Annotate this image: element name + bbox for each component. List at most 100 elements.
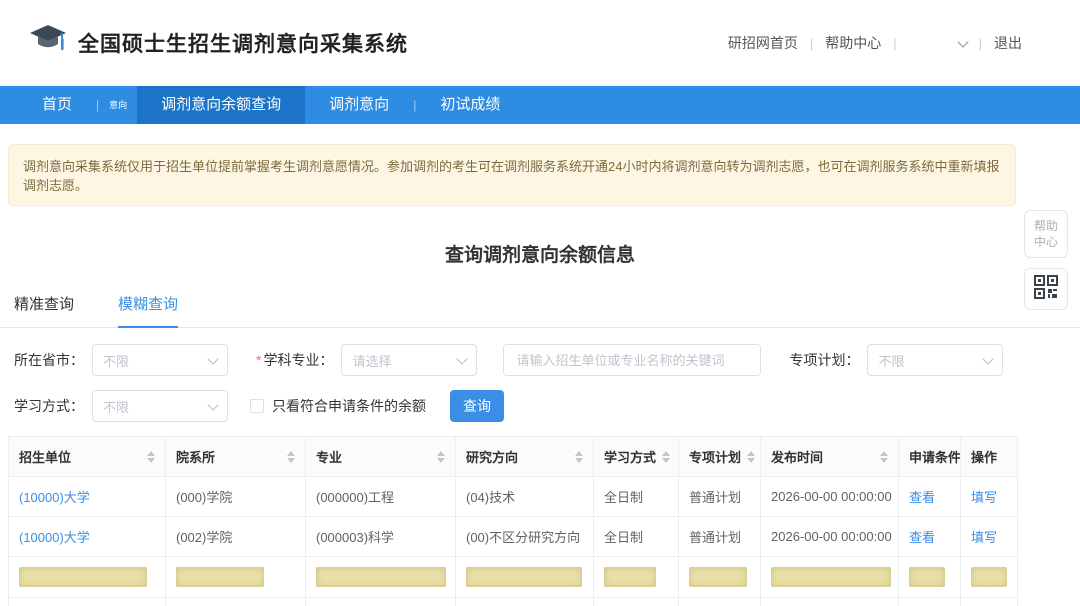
separator: | [979,36,982,51]
study-mode-select[interactable]: 不限 [92,390,228,422]
table-cell: 全日制 [594,517,679,557]
column-label: 学习方式 [604,447,656,466]
notice-banner: 调剂意向采集系统仅用于招生单位提前掌握考生调剂意愿情况。参加调剂的考生可在调剂服… [8,144,1016,206]
table-row [9,598,1018,606]
column-header-6[interactable]: 发布时间 [761,437,899,477]
sort-icon[interactable] [747,451,755,463]
subject-label: *学科专业： [256,350,333,370]
redacted-cell [679,598,761,606]
cell-text: (002)学院 [176,530,232,545]
table-cell: 普通计划 [679,517,761,557]
redacted-cell [456,598,594,606]
nav-item-4[interactable]: 初试成绩 [416,86,524,124]
cell-text: (000003)科学 [316,530,394,545]
table-cell: (000000)工程 [306,477,456,517]
cell-text: 2026-00-00 00:00:00 [771,529,892,544]
column-header-0[interactable]: 招生单位 [9,437,166,477]
cell-link[interactable]: (10000)大学 [19,530,90,545]
column-header-2[interactable]: 专业 [306,437,456,477]
table-row: (10000)大学(000)学院(000000)工程(04)技术全日制普通计划2… [9,477,1018,517]
cell-link[interactable]: (10000)大学 [19,490,90,505]
required-asterisk: * [256,352,261,368]
eligible-only-checkbox[interactable]: 只看符合申请条件的余额 [250,396,426,416]
column-header-3[interactable]: 研究方向 [456,437,594,477]
study-mode-label: 学习方式： [14,396,84,416]
nav-item-2[interactable]: 调剂意向余额查询 [137,86,305,124]
link-yanzhao-home[interactable]: 研招网首页 [728,33,798,53]
table-cell: 查看 [899,477,961,517]
plan-label: 专项计划： [789,350,859,370]
redacted-cell [899,598,961,606]
cell-text: 普通计划 [689,530,741,545]
tab-1[interactable]: 模糊查询 [118,293,178,328]
qr-code-float-button[interactable] [1024,268,1068,310]
column-header-4[interactable]: 学习方式 [594,437,679,477]
redacted-cell [9,557,166,598]
sort-icon[interactable] [287,451,295,463]
subject-select[interactable]: 请选择 [341,344,477,376]
search-button[interactable]: 查询 [450,390,504,422]
redaction-block [971,567,1007,587]
redacted-cell [679,557,761,598]
cell-text: (04)技术 [466,490,515,505]
cell-link[interactable]: 填写 [971,530,997,545]
redacted-cell [594,557,679,598]
redaction-block [19,567,147,587]
sort-icon[interactable] [662,451,670,463]
cell-text: 普通计划 [689,490,741,505]
sort-icon[interactable] [147,451,155,463]
cell-link[interactable]: 查看 [909,530,935,545]
table-cell: 填写 [961,517,1018,557]
sort-icon[interactable] [437,451,445,463]
sort-icon[interactable] [575,451,583,463]
side-floats: 帮助 中心 [1024,210,1068,310]
redacted-cell [961,557,1018,598]
nav-item-0[interactable]: 首页 [18,86,96,124]
logout-button[interactable]: 退出 [994,33,1022,53]
chevron-down-icon [957,36,968,47]
redaction-block [316,567,446,587]
province-select-value: 不限 [103,351,129,370]
cell-text: (00)不区分研究方向 [466,530,580,545]
help-center-float-button[interactable]: 帮助 中心 [1024,210,1068,258]
column-header-5[interactable]: 专项计划 [679,437,761,477]
chevron-down-icon [207,353,218,364]
column-header-1[interactable]: 院系所 [166,437,306,477]
tab-0[interactable]: 精准查询 [14,293,74,327]
cell-link[interactable]: 填写 [971,490,997,505]
redacted-cell [761,598,899,606]
plan-select[interactable]: 不限 [867,344,1003,376]
checkbox-icon [250,399,264,413]
graduation-cap-icon [28,23,68,64]
sort-icon[interactable] [880,451,888,463]
nav-item-1[interactable]: 意向 [99,86,137,124]
column-label: 发布时间 [771,447,823,466]
table-cell: (002)学院 [166,517,306,557]
table-cell: (00)不区分研究方向 [456,517,594,557]
qr-code-icon [1034,275,1058,304]
user-menu[interactable] [909,41,967,46]
redacted-cell [166,598,306,606]
table-row: (10000)大学 (002)学院 (000003)科学 (00)不区分研究方向全日制… [9,517,1018,557]
redaction-block [771,567,891,587]
chevron-down-icon [207,399,218,410]
redacted-cell [961,598,1018,606]
chevron-down-icon [983,353,994,364]
column-label: 院系所 [176,447,215,466]
table-cell: 全日制 [594,477,679,517]
form-row-1: 所在省市： 不限 *学科专业： 请选择 专项计划： 不限 [14,344,1066,376]
keyword-input[interactable] [503,344,761,376]
cell-link[interactable]: 查看 [909,490,935,505]
column-label: 申请条件 [909,447,961,466]
table-cell: 填写 [961,477,1018,517]
table-cell: 查看 [899,517,961,557]
nav-item-3[interactable]: 调剂意向 [305,86,413,124]
main-nav: 首页|意向调剂意向余额查询调剂意向|初试成绩 [0,86,1080,124]
redaction-block [466,567,582,587]
query-tabs: 精准查询 模糊查询 [0,293,1080,328]
column-label: 操作 [971,447,997,466]
province-select[interactable]: 不限 [92,344,228,376]
subject-select-value: 请选择 [352,351,391,370]
link-help-center[interactable]: 帮助中心 [825,33,881,53]
column-header-8: 操作 [961,437,1018,477]
